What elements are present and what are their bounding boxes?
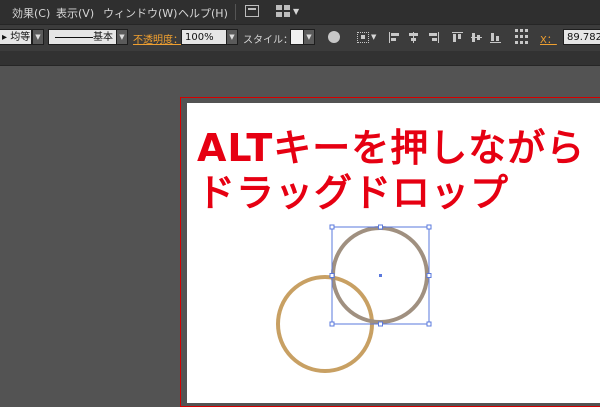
selection-handle[interactable] — [329, 224, 335, 230]
artwork-layer — [276, 224, 432, 373]
selection-handle[interactable] — [378, 224, 383, 230]
selection-handle[interactable] — [426, 321, 432, 327]
selection-handle[interactable] — [378, 321, 383, 327]
selection-handle[interactable] — [329, 273, 335, 278]
selection-handle[interactable] — [426, 273, 432, 278]
selection-center-point — [379, 274, 382, 277]
selection-handle[interactable] — [329, 321, 335, 327]
selection-handle[interactable] — [426, 224, 432, 230]
